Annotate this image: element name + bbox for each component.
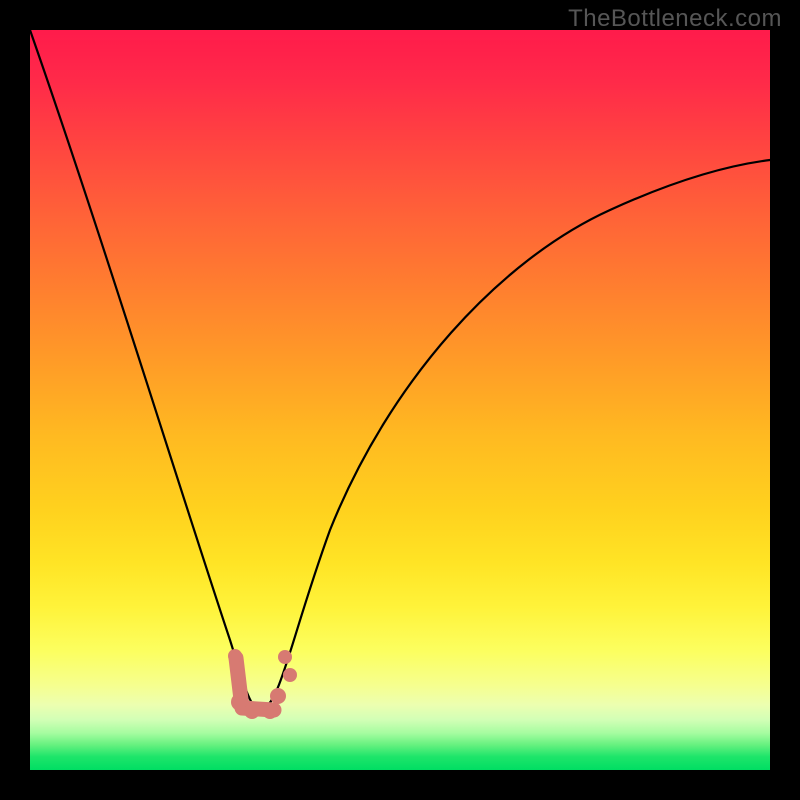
chart-container: TheBottleneck.com	[0, 0, 800, 800]
site-watermark: TheBottleneck.com	[568, 5, 782, 33]
marker-dot	[270, 688, 286, 704]
marker-dot	[228, 649, 242, 663]
marker-dot	[278, 650, 292, 664]
marker-dot	[283, 668, 297, 682]
marker-dot	[262, 703, 278, 719]
marker-dot	[244, 703, 260, 719]
plot-svg	[30, 30, 770, 770]
marker-dot	[232, 673, 246, 687]
plot-area	[30, 30, 770, 770]
